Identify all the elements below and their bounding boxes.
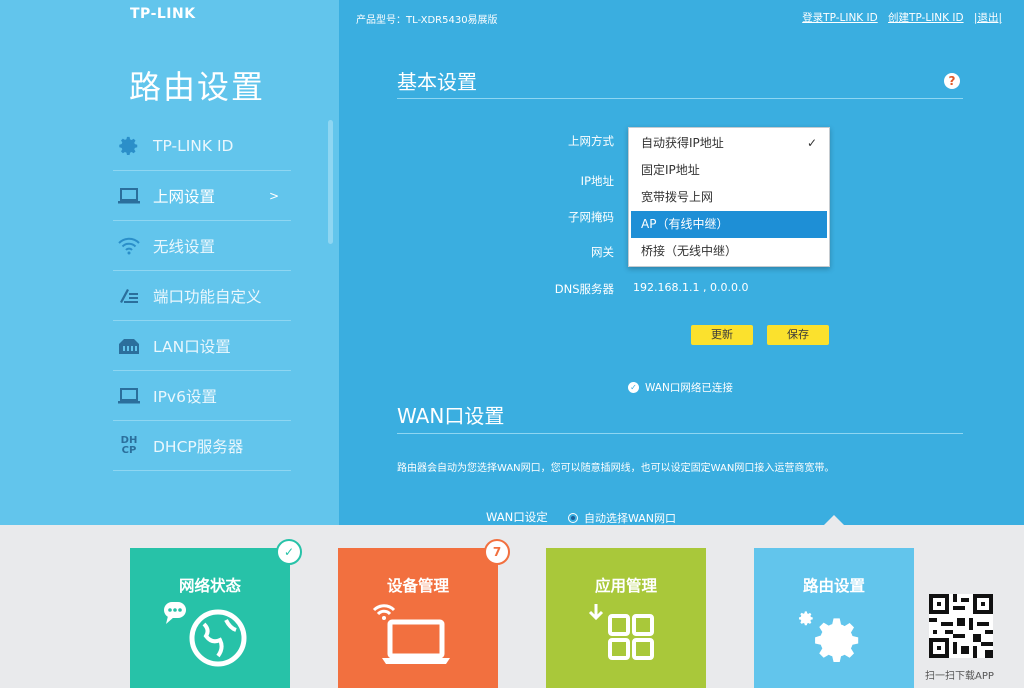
sidebar: TP-LINK 路由设置 TP-LINK ID 上网设置 > 无线设置 端口功能…	[0, 0, 339, 525]
laptop-icon	[115, 384, 143, 408]
wan-status-text: WAN口网络已连接	[645, 382, 733, 394]
header-links: 登录TP-LINK ID 创建TP-LINK ID |退出|	[795, 10, 1002, 25]
dhcp-icon-text-top: DH	[120, 434, 138, 446]
product-model: 产品型号：TL-XDR5430易展版	[356, 15, 498, 26]
divider	[397, 433, 963, 434]
login-tplink-id-link[interactable]: 登录TP-LINK ID	[802, 12, 878, 24]
wan-auto-radio[interactable]: 自动选择WAN网口	[568, 510, 676, 525]
logout-link[interactable]: |退出|	[974, 12, 1002, 24]
wan-setting-label: WAN口设定	[486, 510, 548, 524]
gears-icon	[798, 611, 859, 662]
sidebar-item-label: LAN口设置	[153, 337, 231, 356]
sidebar-item-label: 无线设置	[153, 237, 216, 256]
option-label: 固定IP地址	[641, 163, 700, 177]
dns-server-value: 192.168.1.1 , 0.0.0.0	[633, 281, 749, 294]
option-ap-mode[interactable]: AP（有线中继）	[631, 211, 827, 238]
conn-type-label: 上网方式	[568, 134, 614, 148]
sidebar-item-internet[interactable]: 上网设置 >	[113, 171, 291, 221]
dns-server-label: DNS服务器	[554, 282, 614, 296]
sidebar-item-tplink-id[interactable]: TP-LINK ID	[113, 121, 291, 171]
divider	[397, 98, 963, 99]
qr-caption: 扫一扫下载APP	[925, 671, 994, 682]
option-label: 自动获得IP地址	[641, 136, 724, 150]
dhcp-icon: DH CP	[115, 434, 143, 458]
wifi-icon	[115, 234, 143, 258]
device-count-badge: 7	[484, 539, 510, 565]
wan-status: ✓ WAN口网络已连接	[628, 380, 733, 395]
sidebar-item-port-custom[interactable]: 端口功能自定义	[113, 271, 291, 321]
option-static-ip[interactable]: 固定IP地址	[629, 157, 829, 184]
chevron-right-icon: >	[268, 188, 279, 203]
check-badge: ✓	[276, 539, 302, 565]
save-button[interactable]: 保存	[767, 325, 829, 345]
sidebar-item-wireless[interactable]: 无线设置	[113, 221, 291, 271]
brand-logo: TP-LINK	[130, 6, 196, 22]
settings-area: TP-LINK 路由设置 TP-LINK ID 上网设置 > 无线设置 端口功能…	[0, 0, 1024, 525]
tile-app-management[interactable]: 应用管理	[546, 548, 706, 688]
tile-label: 设备管理	[386, 577, 449, 595]
option-label: 宽带拨号上网	[641, 190, 714, 204]
option-dhcp[interactable]: 自动获得IP地址 ✓	[629, 130, 829, 157]
laptop-icon	[115, 184, 143, 208]
sidebar-scrollbar[interactable]	[328, 120, 333, 244]
sidebar-item-label: TP-LINK ID	[153, 136, 234, 155]
check-circle-icon: ✓	[628, 382, 639, 393]
sidebar-item-label: IPv6设置	[153, 387, 217, 406]
radio-selected-icon	[568, 513, 578, 523]
apps-grid-icon	[588, 604, 654, 660]
option-pppoe[interactable]: 宽带拨号上网	[629, 184, 829, 211]
tile-label: 网络状态	[178, 577, 241, 595]
laptop-wifi-icon	[372, 604, 450, 664]
sidebar-title: 路由设置	[129, 68, 266, 106]
subnet-mask-label: 子网掩码	[568, 210, 614, 224]
logout-link-text: 退出	[977, 12, 999, 24]
lan-icon	[115, 334, 143, 358]
wan-description: 路由器会自动为您选择WAN网口，您可以随意插网线，也可以设定固定WAN网口接入运…	[397, 463, 835, 474]
tile-label: 路由设置	[802, 577, 865, 595]
qr-code	[929, 594, 993, 658]
tile-label: 应用管理	[594, 577, 657, 595]
ip-address-label: IP地址	[580, 174, 614, 188]
option-bridge-mode[interactable]: 桥接（无线中继）	[629, 238, 829, 265]
help-icon[interactable]: ?	[944, 73, 960, 89]
conn-type-dropdown[interactable]: 自动获得IP地址 ✓ 固定IP地址 宽带拨号上网 AP（有线中继） 桥接（无线中…	[628, 127, 830, 267]
checkmark-icon: ✓	[806, 136, 817, 150]
gear-icon	[115, 134, 143, 158]
wan-settings-title: WAN口设置	[397, 404, 505, 428]
sidebar-item-ipv6[interactable]: IPv6设置	[113, 371, 291, 421]
tile-network-status[interactable]: 网络状态	[130, 548, 290, 688]
sidebar-menu: TP-LINK ID 上网设置 > 无线设置 端口功能自定义 LAN口设置 IP…	[113, 121, 291, 471]
refresh-button[interactable]: 更新	[691, 325, 753, 345]
dhcp-icon-text-bottom: CP	[121, 444, 137, 456]
sidebar-item-label: 端口功能自定义	[153, 287, 262, 306]
basic-settings-title: 基本设置	[397, 70, 477, 94]
globe-chat-icon	[164, 602, 247, 667]
sidebar-item-dhcp[interactable]: DH CP DHCP服务器	[113, 421, 291, 471]
tile-router-settings[interactable]: 路由设置	[754, 548, 914, 688]
sidebar-item-label: DHCP服务器	[153, 437, 244, 456]
gateway-label: 网关	[591, 245, 614, 259]
port-custom-icon	[115, 284, 143, 308]
active-tile-pointer	[824, 515, 844, 525]
option-label: 桥接（无线中继）	[641, 244, 738, 258]
sidebar-item-label: 上网设置	[153, 187, 216, 206]
option-label: AP（有线中继）	[641, 217, 729, 231]
tile-device-management[interactable]: 设备管理	[338, 548, 498, 688]
wan-auto-radio-label: 自动选择WAN网口	[584, 512, 677, 525]
sidebar-item-lan[interactable]: LAN口设置	[113, 321, 291, 371]
create-tplink-id-link[interactable]: 创建TP-LINK ID	[888, 12, 964, 24]
